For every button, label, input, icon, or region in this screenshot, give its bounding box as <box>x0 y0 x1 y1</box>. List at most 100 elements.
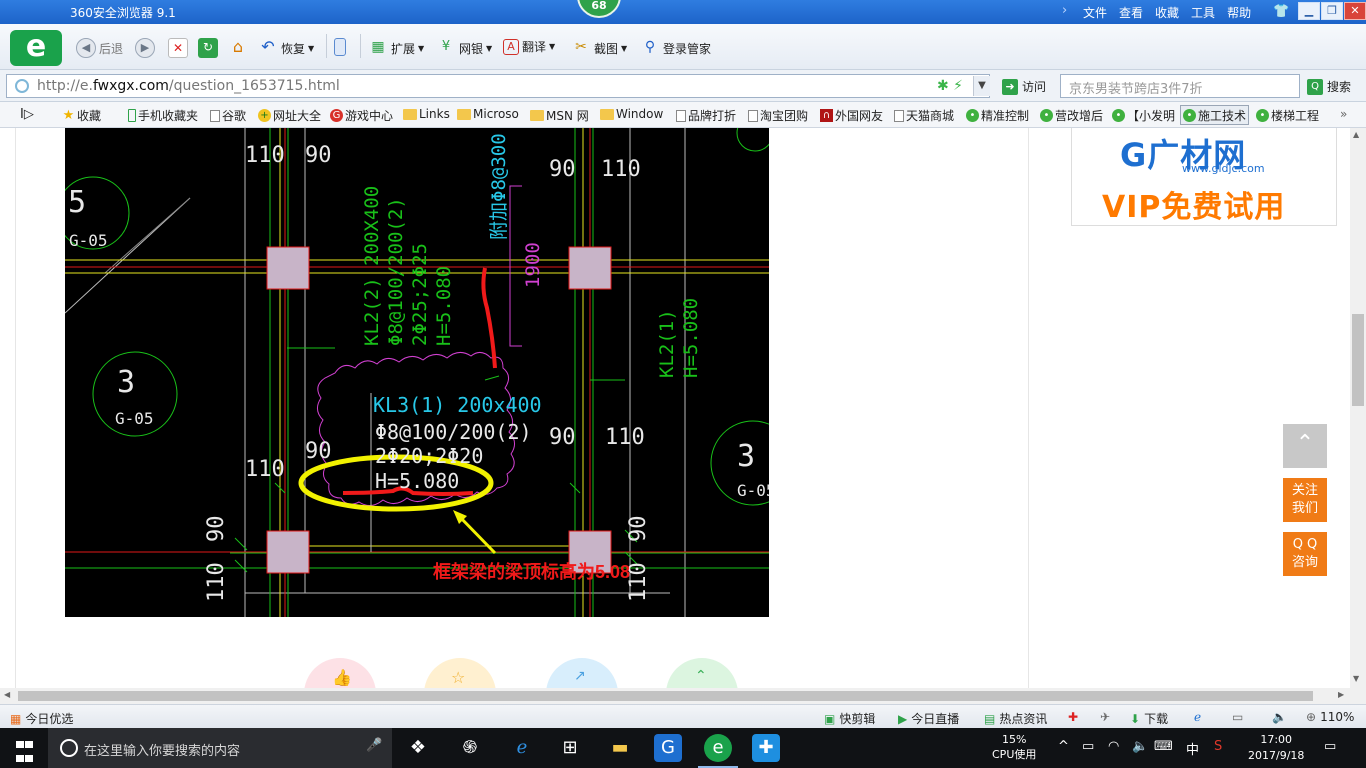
more-bookmarks-icon[interactable]: » <box>1340 107 1347 121</box>
bookmark-foreign-friends[interactable]: ∩ 外国网友 <box>820 107 883 124</box>
bookmark-msn[interactable]: MSN 网 <box>530 107 589 124</box>
follow-us-button[interactable]: 关注 我们 <box>1283 478 1327 522</box>
ad-banner[interactable]: G广材网 www.gldjc.com VIP免费试用 <box>1071 128 1337 226</box>
today-picks[interactable]: ▦ 今日优选 <box>10 710 73 727</box>
menu-view[interactable]: 查看 <box>1119 4 1143 21</box>
phone-icon <box>334 38 346 56</box>
bookmark-stair-engineering[interactable]: • 楼梯工程 <box>1256 107 1319 124</box>
today-live[interactable]: ▶ 今日直播 <box>898 710 959 727</box>
bookmark-precise-control[interactable]: • 精准控制 <box>966 107 1029 124</box>
windows-start-icon[interactable] <box>0 728 48 768</box>
forward-button[interactable]: ▶ <box>135 38 155 58</box>
bookmark-brand-discount[interactable]: 品牌打折 <box>676 107 736 124</box>
address-bar[interactable]: http://e.fwxgx.com/question_1653715.html… <box>6 74 990 98</box>
app-cross-icon[interactable]: ✚ <box>752 734 780 762</box>
bank-button[interactable]: ¥ 网银 ▼ <box>436 38 492 58</box>
task-view-icon[interactable]: ❖ <box>404 734 432 762</box>
chevron-right-icon[interactable]: › <box>1062 3 1067 18</box>
quick-clip[interactable]: ▣ 快剪辑 <box>824 710 875 727</box>
restore-tab-button[interactable]: ↶ 恢复 ▼ <box>258 38 314 58</box>
refresh-button[interactable]: ↻ <box>198 38 218 58</box>
bookmark-microsoft[interactable]: Microso <box>457 107 519 121</box>
scroll-thumb[interactable] <box>1352 314 1364 406</box>
bookmark-mobile-favorites[interactable]: 手机收藏夹 <box>128 107 198 124</box>
minimize-button[interactable]: ▁ <box>1298 2 1320 20</box>
taskbar-search[interactable]: 在这里输入你要搜索的内容 🎤 <box>48 728 392 768</box>
download[interactable]: ⬇ 下载 <box>1130 710 1168 727</box>
browser-logo-icon[interactable]: e <box>10 30 62 66</box>
speed-lightning-icon[interactable]: ✱ ⚡ <box>937 78 963 94</box>
360-browser-icon[interactable]: e <box>698 734 738 768</box>
translate-button[interactable]: A 翻译 ▼ <box>503 38 555 55</box>
divider <box>326 34 327 58</box>
close-button[interactable]: ✕ <box>1344 2 1366 20</box>
folder-icon <box>403 108 417 120</box>
window-icon[interactable]: ▭ <box>1232 710 1243 724</box>
beam-label-kl2-1-height: H=5.080 <box>680 298 702 378</box>
login-manager-button[interactable]: ⚲ 登录管家 <box>640 38 711 58</box>
favorite-button[interactable]: ☆ <box>424 658 496 688</box>
bookmark-taobao-group[interactable]: 淘宝团购 <box>748 107 808 124</box>
zoom-level[interactable]: ⊕ 110% <box>1306 710 1354 724</box>
qq-consult-button[interactable]: Q Q 咨询 <box>1283 532 1327 576</box>
visit-button[interactable]: ➜ 访问 <box>1002 78 1046 95</box>
skin-icon[interactable]: 👕 <box>1273 4 1289 19</box>
ie-icon[interactable]: ℯ <box>1194 710 1201 724</box>
bookmark-links[interactable]: Links <box>403 107 450 121</box>
scroll-thumb[interactable] <box>18 691 1313 701</box>
ime-indicator[interactable]: 中 <box>1186 739 1199 758</box>
extend-button[interactable]: ▦ 扩展 ▼ <box>368 38 424 58</box>
speaker-icon[interactable]: 🔈 <box>1132 739 1148 754</box>
bookmark-windows[interactable]: Window <box>600 107 663 121</box>
glodon-app-icon[interactable]: G <box>654 734 682 762</box>
bookmark-game-center[interactable]: G 游戏中心 <box>330 107 393 124</box>
like-button[interactable]: 👍 <box>304 658 376 688</box>
menu-file[interactable]: 文件 <box>1083 4 1107 21</box>
home-button[interactable]: ⌂ <box>228 38 248 58</box>
bookmark-vat-reform[interactable]: • 营改增后 <box>1040 107 1103 124</box>
health-icon[interactable]: ✚ <box>1068 710 1078 724</box>
bookmark-google[interactable]: 谷歌 <box>210 107 246 124</box>
file-explorer-icon[interactable]: ▬ <box>606 734 634 762</box>
horizontal-scrollbar[interactable]: ◀ ▶ <box>0 688 1366 704</box>
restore-button[interactable]: ❐ <box>1321 2 1343 20</box>
tray-expand-icon[interactable]: ^ <box>1058 739 1069 754</box>
top-button[interactable]: ⌃ <box>666 658 738 688</box>
sidebar-toggle-icon[interactable]: I▷ <box>20 107 34 122</box>
search-button[interactable]: Q 搜索 <box>1307 78 1351 95</box>
menu-tools[interactable]: 工具 <box>1191 4 1215 21</box>
volume-icon[interactable]: 🔈 <box>1272 710 1287 724</box>
speed-badge[interactable]: 68 <box>577 0 621 18</box>
bookmark-invention[interactable]: • 【小发明 <box>1112 107 1175 124</box>
bookmark-construction-tech[interactable]: • 施工技术 <box>1180 105 1250 125</box>
wechat-icon: • <box>1256 109 1269 122</box>
url-dropdown-icon[interactable]: ▼ <box>973 76 990 96</box>
axis-code: G-05 <box>69 231 108 250</box>
hot-news[interactable]: ▤ 热点资讯 <box>984 710 1047 727</box>
back-button[interactable]: ◀ 后退 <box>76 38 123 58</box>
battery-icon[interactable]: ▭ <box>1082 739 1094 754</box>
back-to-top-button[interactable]: ⌃ <box>1283 424 1327 468</box>
edge-icon[interactable]: ℯ <box>508 734 536 762</box>
notification-icon[interactable]: ▭ <box>1324 739 1336 754</box>
bookmark-favorites[interactable]: ★ 收藏 <box>62 107 101 124</box>
bookmark-tmall[interactable]: 天猫商城 <box>894 107 954 124</box>
wifi-icon[interactable]: ◠ <box>1108 739 1119 754</box>
app-spiral-icon[interactable]: ֍ <box>456 734 484 762</box>
store-icon[interactable]: ⊞ <box>556 734 584 762</box>
menu-help[interactable]: 帮助 <box>1227 4 1251 21</box>
bookmark-web-directory[interactable]: + 网址大全 <box>258 107 321 124</box>
sogou-icon[interactable]: S <box>1214 739 1222 754</box>
pin-icon[interactable]: ✈ <box>1100 710 1110 724</box>
keyboard-icon[interactable]: ⌨ <box>1154 739 1173 754</box>
menu-favorites[interactable]: 收藏 <box>1155 4 1179 21</box>
share-button[interactable]: ↗ <box>546 658 618 688</box>
screenshot-button[interactable]: ✂ 截图 ▼ <box>571 38 627 58</box>
cpu-usage[interactable]: 15% CPU使用 <box>992 732 1036 762</box>
search-input[interactable]: 京东男装节跨店3件7折 <box>1060 74 1300 98</box>
vertical-scrollbar[interactable]: ▲ ▼ <box>1350 128 1366 688</box>
system-clock[interactable]: 17:00 2017/9/18 <box>1248 732 1304 764</box>
stop-button[interactable]: ✕ <box>168 38 188 58</box>
mobile-button[interactable] <box>334 38 346 56</box>
url-text[interactable]: http://e.fwxgx.com/question_1653715.html <box>37 78 340 94</box>
